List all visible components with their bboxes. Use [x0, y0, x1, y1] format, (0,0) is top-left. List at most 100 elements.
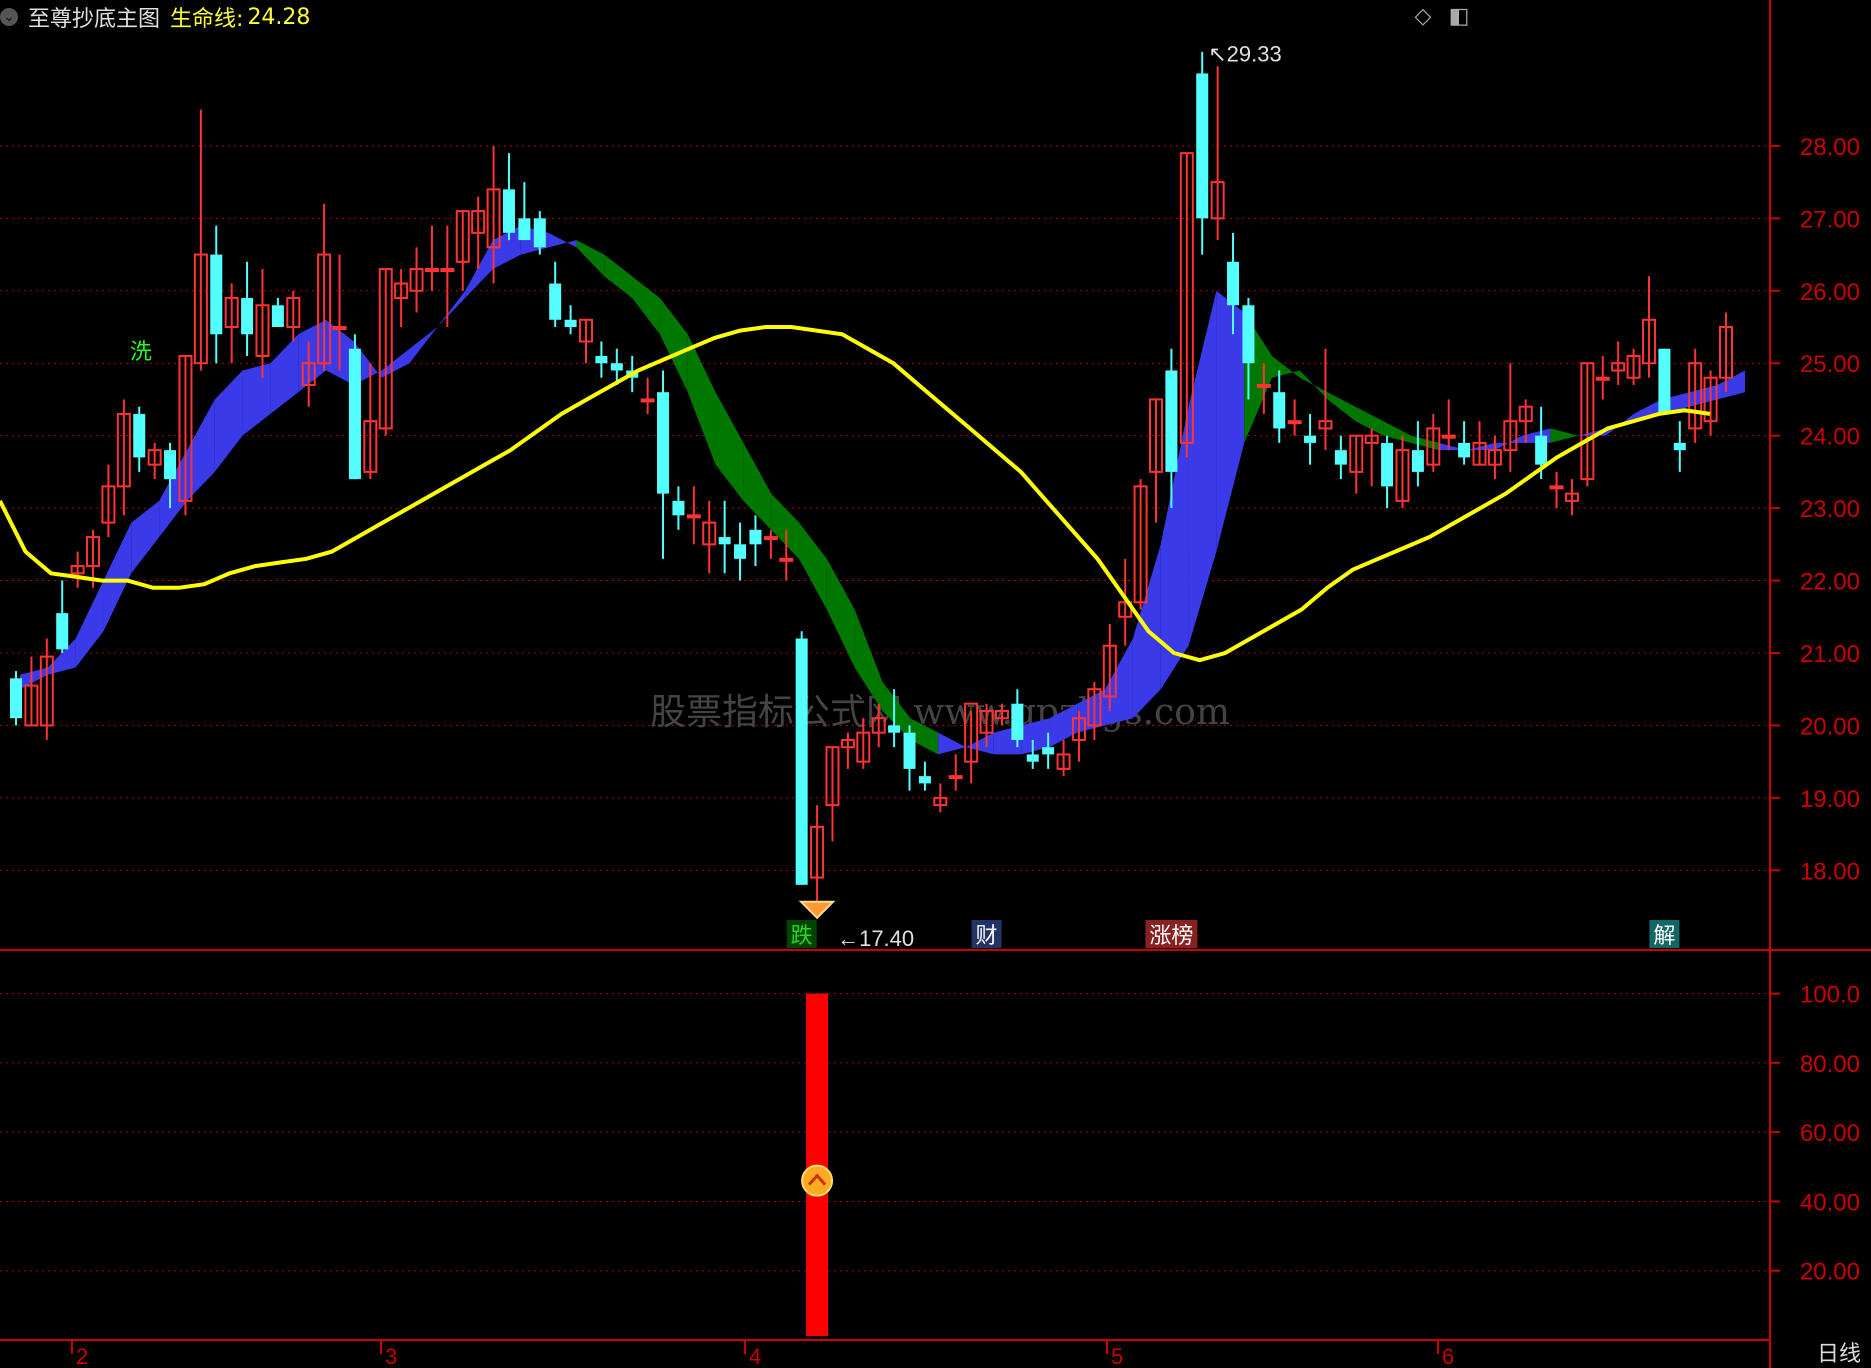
band-segment	[659, 298, 688, 393]
y-tick-label: 19.00	[1800, 786, 1860, 813]
band-segment	[771, 493, 800, 559]
candle-body	[686, 514, 701, 519]
candle-body	[718, 537, 731, 545]
candle-body	[549, 283, 562, 320]
y-tick-label: 100.0	[1800, 982, 1860, 1009]
candle-body	[888, 725, 901, 733]
band-segment	[576, 240, 605, 277]
wash-signal-label: 洗	[130, 340, 152, 365]
candle-body	[1256, 383, 1271, 388]
band-segment	[131, 500, 160, 574]
marker-circle	[801, 1164, 834, 1197]
candle-body	[610, 363, 623, 371]
candle-body	[1287, 420, 1302, 425]
y-tick-label: 25.00	[1800, 351, 1860, 378]
candle-body	[564, 319, 577, 328]
band-segment	[687, 334, 716, 465]
x-tick-label: 6	[1442, 1344, 1454, 1368]
band-segment	[75, 580, 104, 668]
candle-body	[518, 218, 531, 241]
low-price-label: ←17.40	[837, 926, 914, 951]
candle-body	[241, 298, 254, 335]
candle-body	[1242, 305, 1255, 364]
band-segment	[1327, 392, 1356, 422]
band-segment	[604, 254, 633, 299]
period-label[interactable]: 日线	[1817, 1336, 1861, 1368]
candle-body	[903, 732, 916, 769]
candle-body	[1658, 348, 1671, 414]
band-segment	[1411, 435, 1439, 451]
band-segment	[1550, 428, 1579, 443]
signal-tag-label: 涨榜	[1149, 924, 1193, 949]
candle-body	[657, 392, 670, 494]
band-segment	[826, 558, 855, 668]
candle-body	[1458, 442, 1471, 458]
candle-body	[348, 348, 361, 480]
candle-body	[795, 638, 808, 885]
candle-body	[918, 776, 931, 784]
y-tick-label: 26.00	[1800, 279, 1860, 306]
band-segment	[1689, 384, 1718, 407]
candle-body	[210, 254, 223, 335]
candle-body	[424, 268, 439, 273]
y-tick-label: 27.00	[1800, 206, 1860, 233]
candle-body	[1411, 450, 1424, 472]
candle-body	[763, 536, 778, 541]
y-tick-label: 23.00	[1800, 496, 1860, 523]
band-segment	[103, 522, 132, 632]
high-price-label: ↖29.33	[1208, 42, 1282, 67]
band-segment	[548, 232, 577, 248]
x-tick-label: 3	[385, 1344, 397, 1368]
candle-body	[271, 305, 284, 328]
y-tick-label: 80.00	[1800, 1051, 1860, 1078]
y-tick-label: 21.00	[1800, 641, 1860, 668]
x-tick-label: 4	[749, 1344, 761, 1368]
band-segment	[409, 327, 438, 364]
x-tick-label: 2	[76, 1344, 88, 1368]
candle-body	[133, 413, 146, 458]
y-tick-label: 20.00	[1800, 713, 1860, 740]
candle-body	[1273, 392, 1286, 429]
candle-body	[533, 218, 546, 248]
diamond-marker	[798, 900, 836, 920]
signal-tag-label: 跌	[791, 924, 813, 949]
y-tick-label: 22.00	[1800, 569, 1860, 596]
y-tick-label: 60.00	[1800, 1120, 1860, 1147]
candle-body	[749, 529, 762, 545]
band-segment	[715, 392, 744, 501]
candle-body	[1196, 73, 1209, 219]
candle-body	[502, 189, 515, 233]
candle-body	[10, 678, 22, 719]
candle-body	[1304, 435, 1317, 443]
stock-chart[interactable]: 28.00 27.00 26.00 25.00 24.00 23.00 22.00 21.00…	[0, 0, 1871, 1368]
band-segment	[1494, 435, 1523, 451]
candle-body	[1026, 754, 1039, 762]
candle-body	[1595, 376, 1610, 381]
candle-body	[1011, 703, 1024, 740]
candle-body	[734, 544, 747, 559]
band-segment	[1466, 442, 1495, 451]
band-segment	[799, 522, 827, 610]
y-tick-label: 28.00	[1800, 134, 1860, 161]
candle-body	[1441, 434, 1456, 439]
candle-body	[1042, 747, 1055, 755]
band-segment	[938, 732, 966, 755]
candle-body	[1334, 450, 1347, 465]
candle-body	[779, 557, 794, 562]
candle-body	[595, 355, 608, 364]
y-tick-label: 20.00	[1800, 1259, 1860, 1286]
candle-body	[1227, 261, 1240, 306]
band-segment	[270, 334, 299, 414]
x-tick-label: 5	[1111, 1344, 1123, 1368]
band-segment	[1216, 290, 1245, 552]
candle-body	[1673, 442, 1686, 451]
y-tick-label: 18.00	[1800, 858, 1860, 885]
y-tick-label: 40.00	[1800, 1189, 1860, 1216]
band-segment	[1299, 370, 1328, 400]
band-segment	[632, 276, 660, 335]
band-segment	[1355, 406, 1384, 436]
candle-body	[640, 398, 655, 403]
signal-tag-label: 解	[1653, 924, 1675, 949]
band-segment	[242, 363, 271, 436]
band-segment	[437, 290, 466, 328]
